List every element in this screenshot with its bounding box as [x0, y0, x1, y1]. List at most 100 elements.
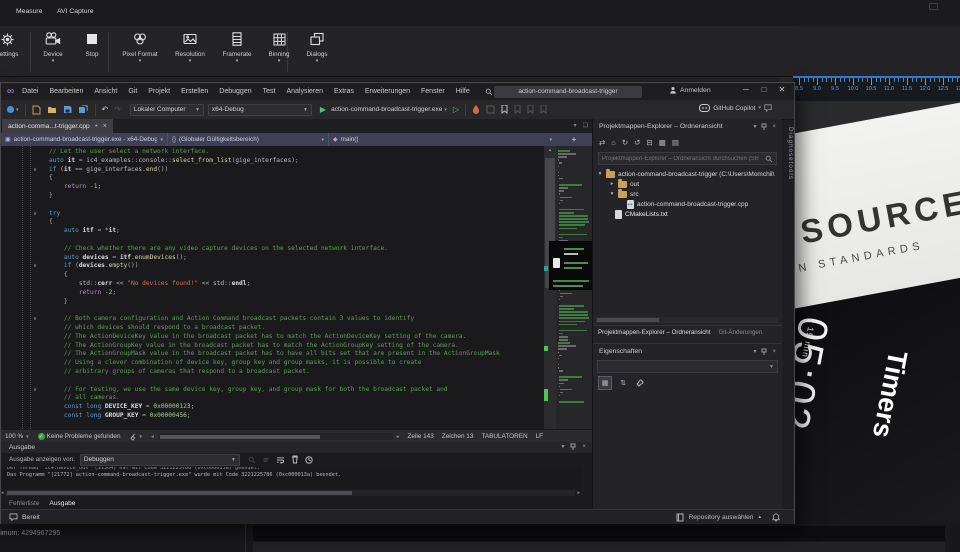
editor-horizontal-scrollbar[interactable]	[158, 433, 393, 440]
time-icon[interactable]	[305, 456, 313, 464]
bookmark-prev-icon[interactable]	[514, 105, 521, 114]
show-all-files-icon[interactable]: ▦	[659, 138, 666, 147]
solution-explorer-titlebar[interactable]: Projektmappen-Explorer – Ordneransicht ▾…	[593, 119, 782, 134]
breadcrumb-function[interactable]: ◆ main() ▾	[329, 133, 556, 146]
breadcrumb-project[interactable]: ▣ action-command-broadcast-trigger.exe -…	[1, 133, 168, 146]
bookmark-list-icon[interactable]	[540, 105, 547, 114]
tab-git-aenderungen[interactable]: Git-Änderungen	[718, 329, 762, 336]
dialogs-button[interactable]: Dialogs ▾	[296, 30, 338, 74]
tree-item-out-folder[interactable]: ▸ out	[593, 179, 782, 189]
open-folder-icon[interactable]	[47, 105, 57, 114]
minimize-button[interactable]: ─	[738, 85, 754, 94]
fold-collapse-icon[interactable]: ∨	[33, 315, 37, 324]
fold-collapse-icon[interactable]: ∨	[33, 166, 37, 175]
save-all-icon[interactable]	[78, 105, 89, 114]
run-without-debug-icon[interactable]: ▷	[453, 105, 459, 114]
eol-indicator[interactable]: LF	[536, 433, 543, 440]
tree-item-root-folder[interactable]: ▾ action-command-broadcast-trigger (C:\U…	[593, 169, 782, 179]
menu-fenster[interactable]: Fenster	[421, 88, 445, 95]
menu-debuggen[interactable]: Debuggen	[219, 88, 251, 95]
startup-target-combo[interactable]: Lokaler Computer▼	[130, 104, 204, 116]
menu-test[interactable]: Test	[263, 88, 276, 95]
window-title[interactable]: action-command-broadcast-trigger	[494, 86, 642, 98]
find-next-icon[interactable]	[262, 456, 270, 464]
properties-icon[interactable]: ▤	[672, 138, 679, 147]
caret-collapsed-icon[interactable]: ▸	[609, 181, 615, 187]
chevron-down-icon[interactable]: ▾	[561, 443, 564, 450]
properties-object-combo[interactable]: ▼	[597, 360, 778, 373]
column-indicator[interactable]: Zeichen 13	[442, 433, 474, 440]
menu-projekt[interactable]: Projekt	[148, 88, 170, 95]
output-panel-header[interactable]: Ausgabe ▾ ×	[1, 442, 592, 453]
pin-icon[interactable]	[570, 443, 576, 450]
clear-all-icon[interactable]	[291, 455, 299, 464]
collapse-all-icon[interactable]: ⊟	[646, 138, 652, 147]
tab-action-command-broadcast-trigger-cpp[interactable]: action-comma...t-trigger.cpp ● ×	[2, 119, 113, 133]
home-icon[interactable]: ⌂	[611, 138, 616, 147]
close-button[interactable]: ✕	[774, 85, 790, 94]
scroll-right-icon[interactable]: ▸	[577, 490, 580, 496]
redo-icon[interactable]: ↷	[114, 105, 121, 114]
close-icon[interactable]: ×	[772, 124, 776, 130]
problems-indicator[interactable]: ✓ Keine Probleme gefunden	[38, 433, 121, 440]
scrollbar-thumb[interactable]	[160, 435, 320, 439]
fold-collapse-icon[interactable]: ∨	[33, 386, 37, 395]
scrollbar-thumb[interactable]	[597, 318, 659, 322]
start-page-icon[interactable]: ▾	[6, 105, 19, 114]
menu-analysieren[interactable]: Analysieren	[286, 88, 323, 95]
output-horizontal-scrollbar[interactable]	[5, 490, 575, 496]
feedback-icon[interactable]	[764, 104, 772, 112]
scroll-left-icon[interactable]: ◂	[151, 434, 154, 440]
tree-item-src-folder[interactable]: ▾ src	[593, 189, 782, 199]
tree-item-cpp-file[interactable]: action-command-broadcast-trigger.cpp	[593, 200, 782, 210]
scroll-left-icon[interactable]: ◂	[1, 490, 4, 496]
menu-erstellen[interactable]: Erstellen	[181, 88, 208, 95]
close-icon[interactable]: ×	[772, 349, 776, 355]
float-window-icon[interactable]: ❏	[583, 122, 588, 129]
property-row[interactable]	[253, 526, 945, 541]
tab-list-chevron-icon[interactable]: ▾	[574, 122, 577, 129]
configuration-combo[interactable]: x64-Debug▼	[208, 104, 312, 116]
tab-fehlerliste[interactable]: Fehlerliste	[9, 500, 39, 507]
chevron-down-icon[interactable]: ▾	[753, 348, 756, 355]
menu-bearbeiten[interactable]: Bearbeiten	[49, 88, 83, 95]
menu-extras[interactable]: Extras	[334, 88, 354, 95]
run-target-label[interactable]: action-command-broadcast-trigger.exe	[331, 106, 442, 113]
device-button[interactable]: Device ▾	[32, 30, 74, 74]
stop-button[interactable]: Stop	[74, 30, 110, 74]
pin-icon[interactable]: ●	[95, 123, 98, 129]
attach-icon[interactable]	[486, 105, 495, 114]
scroll-right-icon[interactable]: ▸	[397, 434, 400, 440]
menu-erweiterungen[interactable]: Erweiterungen	[365, 88, 410, 95]
fold-collapse-icon[interactable]: ∨	[33, 262, 37, 271]
alphabetical-icon[interactable]: ⇅	[617, 377, 629, 389]
solution-explorer-search[interactable]	[598, 152, 777, 165]
pin-icon[interactable]	[761, 348, 767, 355]
properties-titlebar[interactable]: Eigenschaften ▾ ×	[593, 344, 782, 359]
explorer-horizontal-scrollbar[interactable]	[595, 317, 778, 323]
output-source-combo[interactable]: Debuggen▼	[80, 454, 240, 466]
indentation-indicator[interactable]: TABULATOREN	[481, 433, 527, 440]
signin-button[interactable]: Anmelden	[669, 86, 711, 94]
word-wrap-icon[interactable]	[276, 456, 285, 464]
refresh-icon[interactable]: ↺	[634, 138, 640, 147]
github-copilot-button[interactable]: GitHub Copilot ▾	[699, 104, 772, 112]
code-cleanup-button[interactable]: ▼	[129, 433, 143, 441]
breadcrumb-scope[interactable]: {} (Globaler Gültigkeitsbereich) ▾	[168, 133, 329, 146]
resolution-button[interactable]: Resolution ▾	[166, 30, 214, 74]
find-icon[interactable]	[248, 456, 256, 464]
new-item-icon[interactable]	[32, 105, 41, 115]
menu-datei[interactable]: Datei	[22, 88, 38, 95]
scrollbar-thumb[interactable]	[7, 491, 352, 495]
tab-avi-capture[interactable]: AVI Capture	[57, 8, 94, 15]
settings-button[interactable]: Settings	[0, 30, 30, 74]
chevron-down-icon[interactable]: ▾	[444, 107, 447, 113]
tab-ordneransicht[interactable]: Projektmappen-Explorer – Ordneransicht	[598, 329, 710, 336]
close-icon[interactable]: ×	[582, 444, 586, 450]
fold-collapse-icon[interactable]: ∨	[33, 210, 37, 219]
menu-git[interactable]: Git	[128, 88, 137, 95]
output-log[interactable]: Der Thread 'ic4.device_bus' (11304) hat …	[1, 467, 582, 489]
zoom-control[interactable]: 100 % ▼	[5, 433, 30, 440]
repository-selector[interactable]: Repository auswählen ▴	[676, 510, 780, 524]
chevron-down-icon[interactable]: ▾	[753, 123, 756, 130]
